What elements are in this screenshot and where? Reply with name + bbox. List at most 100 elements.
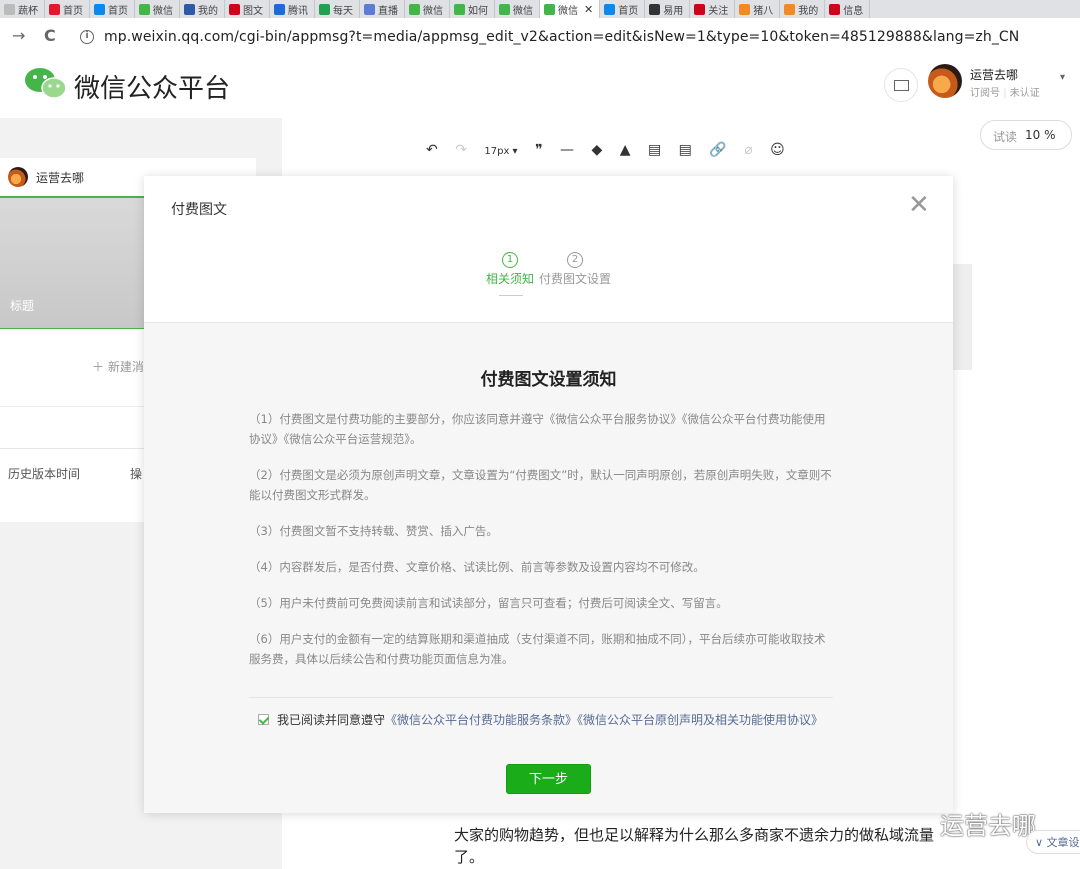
browser-tab[interactable]: 我的 <box>780 0 826 18</box>
quote-icon[interactable]: ❞ <box>535 142 543 158</box>
notice-list: （1）付费图文是付费功能的主要部分，你应该同意并遵守《微信公众平台服务协议》《微… <box>249 409 834 685</box>
template-icon[interactable]: ▤ <box>648 142 661 158</box>
browser-tab[interactable]: 首页 <box>45 0 90 18</box>
browser-tab-label: 关注 <box>708 5 729 17</box>
browser-tab-label: 蔬杯 <box>18 5 38 17</box>
divider-line-icon[interactable]: — <box>560 142 574 158</box>
mp-header: 微信公众平台 运营去哪 订阅号 | 未认证 ▾ <box>0 56 1080 118</box>
agree-checkbox[interactable] <box>258 714 269 725</box>
agree-row: 我已阅读并同意遵守《微信公众平台付费功能服务条款》《微信公众平台原创声明及相关功… <box>258 711 823 728</box>
emoji-icon[interactable]: ☺ <box>770 142 785 158</box>
browser-tab-label: 我的 <box>198 5 218 17</box>
browser-tab-label: 腾讯 <box>288 5 308 17</box>
browser-tab[interactable]: 如何 <box>450 0 495 18</box>
brand-title[interactable]: 微信公众平台 <box>74 68 230 105</box>
link-icon[interactable]: 🔗 <box>709 142 726 158</box>
browser-tab-label: 如何 <box>468 5 488 17</box>
browser-tab[interactable]: 首页 <box>90 0 135 18</box>
browser-tab[interactable]: 微信 <box>135 0 180 18</box>
wechat-favicon-icon <box>454 3 465 15</box>
terms-link-original-declaration[interactable]: 《微信公众平台原创声明及相关功能使用协议》 <box>577 713 823 727</box>
dialog-body: 付费图文设置须知 （1）付费图文是付费功能的主要部分，你应该同意并遵守《微信公众… <box>144 323 953 813</box>
browser-tab[interactable]: 微信 ✕ <box>540 0 601 18</box>
read-trial-stepper[interactable]: 试读 10 % <box>980 120 1072 150</box>
article-settings-toggle[interactable]: ∨ 文章设 <box>1026 830 1080 854</box>
chevron-down-icon[interactable]: ▾ <box>1060 72 1065 83</box>
step-underline <box>499 295 523 296</box>
browser-tab[interactable]: 首页 <box>600 0 646 18</box>
browser-address-bar: → C i mp.weixin.qq.com/cgi-bin/appmsg?t=… <box>0 18 1080 57</box>
agree-text[interactable]: 我已阅读并同意遵守 <box>277 713 385 727</box>
wechat-favicon-icon <box>499 3 510 15</box>
wechat-logo-icon[interactable] <box>24 66 68 100</box>
font-size-select[interactable]: 17px ▾ <box>484 146 517 157</box>
back-icon[interactable]: → <box>12 26 25 45</box>
undo-icon[interactable]: ↶ <box>426 142 438 158</box>
editor-toolbar: ↶ ↷ 17px ▾ ❞ — ◆ ▲ ▤ ▤ 🔗 ⌀ ☺ <box>426 142 798 158</box>
url-text[interactable]: mp.weixin.qq.com/cgi-bin/appmsg?t=media/… <box>104 29 1019 45</box>
browser-tab[interactable]: 我的 <box>180 0 225 18</box>
browser-tab[interactable]: 微信 <box>495 0 540 18</box>
template-list-icon[interactable]: ▤ <box>679 142 692 158</box>
browser-tab-label: 信息 <box>843 5 864 17</box>
account-avatar-small <box>8 167 28 187</box>
account-type: 订阅号 <box>970 88 1000 99</box>
app-favicon-icon <box>184 3 195 15</box>
red-favicon-icon <box>829 3 841 15</box>
browser-tab-label: 易用 <box>663 5 684 17</box>
account-name[interactable]: 运营去哪 <box>970 66 1018 83</box>
tab-close-icon[interactable]: ✕ <box>584 3 593 16</box>
clear-format-icon[interactable]: ▲ <box>620 142 631 158</box>
browser-tab-label: 我的 <box>798 5 819 17</box>
article-line: 了。 <box>454 848 485 866</box>
browser-tab[interactable]: 微信 <box>405 0 450 18</box>
mail-icon <box>894 80 909 91</box>
read-trial-value[interactable]: 10 % <box>1025 128 1056 142</box>
format-paint-icon[interactable]: ◆ <box>591 142 602 158</box>
account-meta: 订阅号 | 未认证 <box>970 88 1040 99</box>
browser-tab-label: 微信 <box>153 5 173 17</box>
avatar[interactable] <box>928 64 962 98</box>
step-1-number: 1 <box>502 252 518 268</box>
watermark-text: 运营去哪 <box>940 812 1036 840</box>
read-trial-label: 试读 <box>993 130 1018 144</box>
browser-tab[interactable]: 直播 <box>360 0 405 18</box>
reload-icon[interactable]: C <box>44 26 56 45</box>
account-status: 未认证 <box>1009 88 1040 99</box>
browser-tab[interactable]: 图文 <box>225 0 270 18</box>
browser-tab-label: 每天 <box>333 5 353 17</box>
notice-item: （4）内容群发后，是否付费、文章价格、试读比例、前言等参数及设置内容均不可修改。 <box>249 560 705 574</box>
notice-item: （5）用户未付费前可免费阅读前言和试读部分，留言只可查看；付费后可阅读全文、写留… <box>249 596 728 610</box>
browser-tab[interactable]: 每天 <box>315 0 360 18</box>
close-icon[interactable]: ✕ <box>908 192 930 218</box>
browser-tab-label: 猪八 <box>753 5 774 17</box>
browser-tab-label: 微信 <box>513 5 533 17</box>
unlink-icon[interactable]: ⌀ <box>744 142 752 158</box>
browser-tab[interactable]: 猪八 <box>735 0 781 18</box>
mail-button[interactable] <box>884 68 918 102</box>
browser-tab-bar: 蔬杯 首页 首页 微信 我的 图文 腾讯 每天 直播 微信 如何 微信 微信 ✕ 首页 易用 关注 猪八 我的 信息 <box>0 0 1080 18</box>
orange-favicon-icon <box>739 3 751 15</box>
step-2-label: 付费图文设置 <box>539 272 612 286</box>
browser-tab[interactable]: 腾讯 <box>270 0 315 18</box>
orange-favicon-icon <box>784 3 796 15</box>
divider <box>249 697 833 698</box>
terms-link-paid-service[interactable]: 《微信公众平台付费功能服务条款》 <box>385 713 577 727</box>
browser-tab[interactable]: 信息 <box>825 0 871 18</box>
history-op-label: 操 <box>130 467 143 481</box>
article-content[interactable]: 大家的购物趋势，但也足以解释为什么那么多商家不遗余力的做私域流量 了。 <box>454 824 954 868</box>
new-article-button[interactable]: ＋ 新建消 <box>92 358 144 375</box>
step-1: 1 相关须知 <box>486 252 534 287</box>
wechat-favicon-icon <box>139 3 150 15</box>
browser-tab[interactable]: 关注 <box>690 0 736 18</box>
browser-tab-label: 图文 <box>243 5 263 17</box>
notice-title: 付费图文设置须知 <box>480 370 617 390</box>
next-step-button[interactable]: 下一步 <box>506 764 591 794</box>
notice-item: （1）付费图文是付费功能的主要部分，你应该同意并遵守《微信公众平台服务协议》《微… <box>249 412 826 446</box>
site-info-icon[interactable]: i <box>80 30 94 44</box>
browser-tab-label: 首页 <box>108 5 128 17</box>
browser-tab[interactable]: 蔬杯 <box>0 0 45 18</box>
browser-tab[interactable]: 易用 <box>645 0 691 18</box>
article-list-account: 运营去哪 <box>36 171 85 185</box>
redo-icon[interactable]: ↷ <box>455 142 467 158</box>
